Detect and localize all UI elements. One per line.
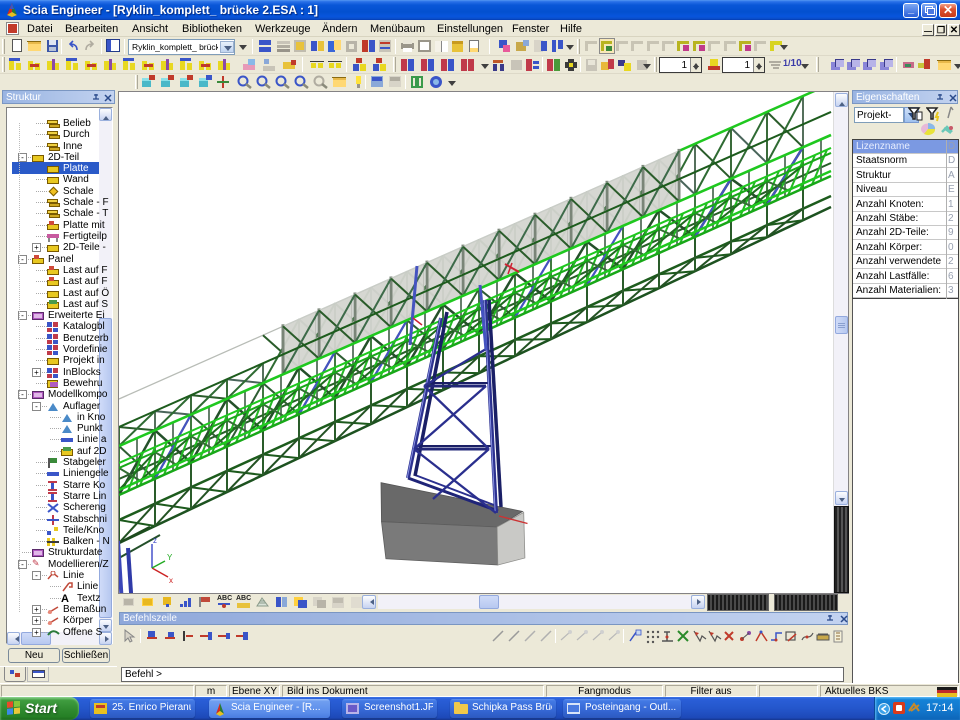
svg-text:x: x [169,576,173,585]
svg-text:Y: Y [167,553,173,562]
svg-text:z: z [153,536,157,545]
